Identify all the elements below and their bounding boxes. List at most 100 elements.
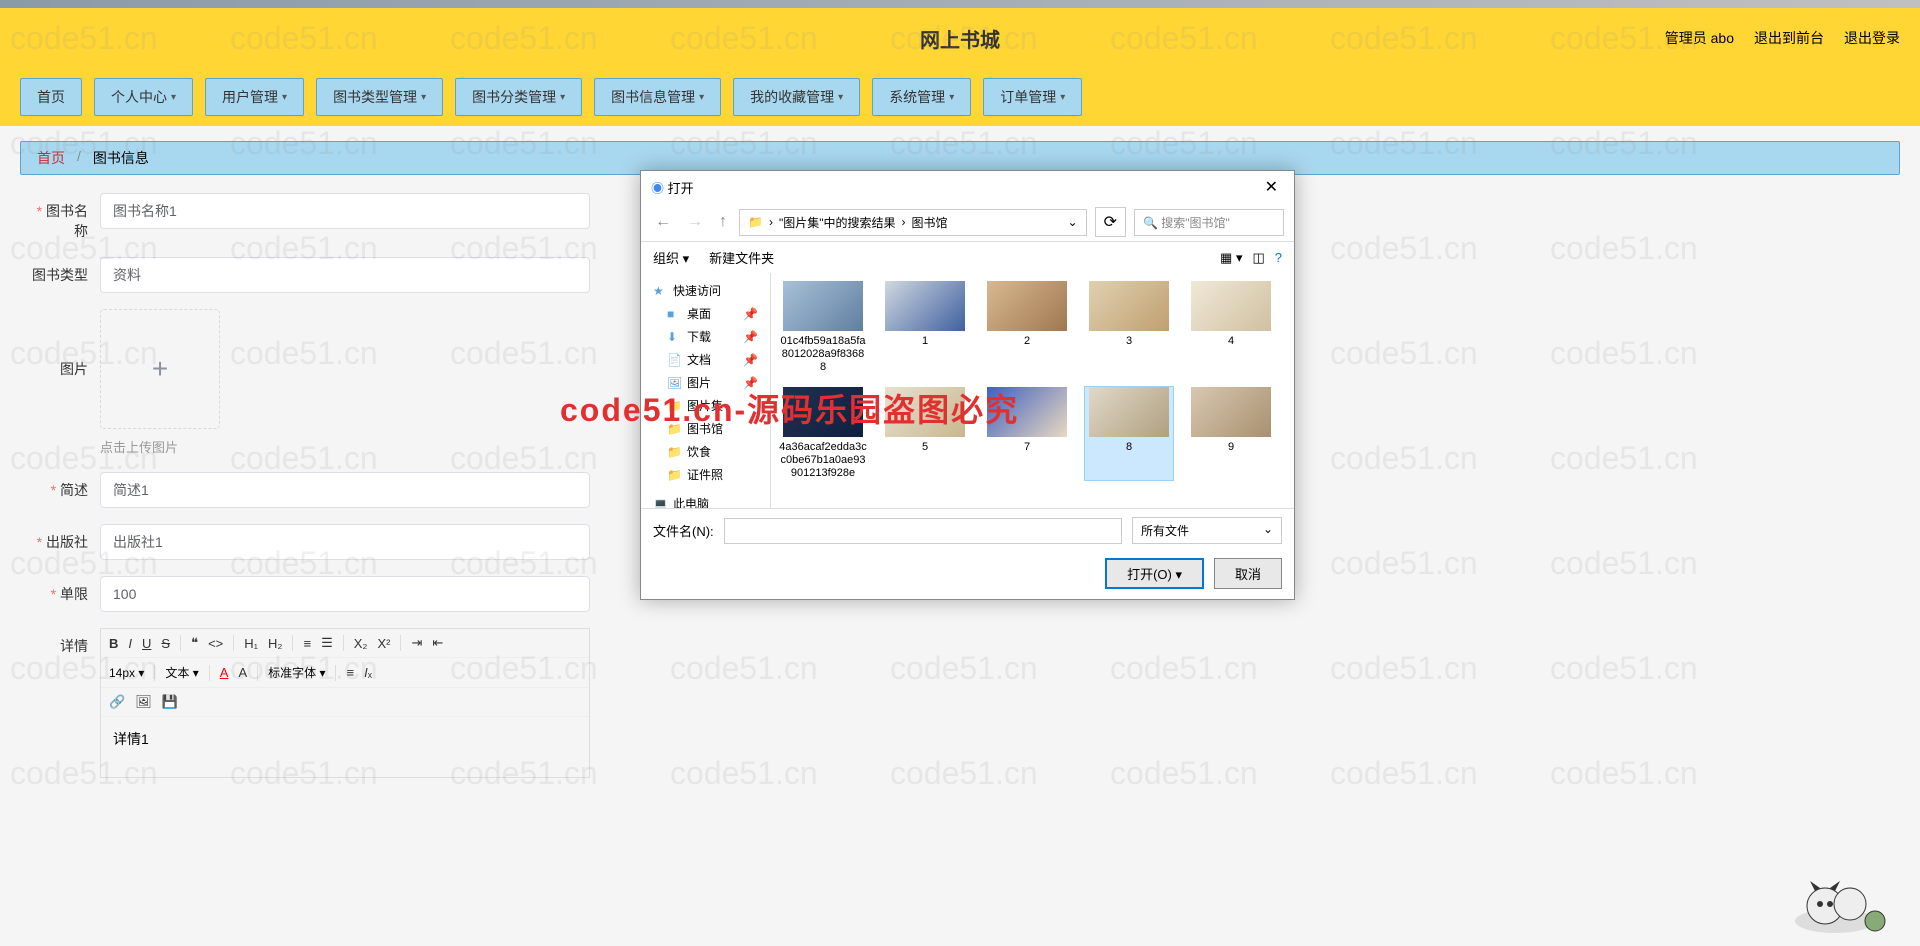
limit-input[interactable] xyxy=(100,576,590,612)
file-item[interactable]: 4 xyxy=(1187,281,1275,375)
chevron-down-icon: ▾ xyxy=(421,92,426,103)
publisher-label: 出版社 xyxy=(30,524,100,552)
upload-hint: 点击上传图片 xyxy=(100,437,220,456)
page-header: 网上书城 管理员 abo 退出到前台 退出登录 xyxy=(0,8,1920,68)
nav-personal[interactable]: 个人中心▾ xyxy=(94,78,193,116)
h2-icon[interactable]: H₂ xyxy=(268,636,282,651)
image-label: 图片 xyxy=(30,309,100,379)
save-icon[interactable]: 💾 xyxy=(162,694,178,710)
preview-pane-icon[interactable]: ◫ xyxy=(1252,250,1264,266)
font-size-select[interactable]: 14px ▾ xyxy=(109,666,144,680)
align-icon[interactable]: ≡ xyxy=(346,665,354,680)
breadcrumb-home[interactable]: 首页 xyxy=(37,148,65,168)
nav-book-info[interactable]: 图书信息管理▾ xyxy=(594,78,721,116)
filename-input[interactable] xyxy=(724,518,1122,544)
bg-color-icon[interactable]: A xyxy=(238,665,247,680)
nav-book-cat[interactable]: 图书分类管理▾ xyxy=(455,78,582,116)
nav-my-fav[interactable]: 我的收藏管理▾ xyxy=(733,78,860,116)
book-type-label: 图书类型 xyxy=(30,257,100,285)
organize-menu[interactable]: 组织 ▾ xyxy=(653,248,689,267)
dialog-address-bar: ← → ↑ 📁 › "图片集"中的搜索结果 › 图书馆 ⌄ ⟳ 🔍 搜索"图书馆… xyxy=(641,203,1294,242)
code-icon[interactable]: <> xyxy=(208,636,223,651)
chevron-down-icon: ▾ xyxy=(282,92,287,103)
file-item-selected[interactable]: 8 xyxy=(1085,387,1173,481)
close-icon[interactable]: ✕ xyxy=(1259,177,1284,197)
font-family-select[interactable]: 标准字体 ▾ xyxy=(268,664,325,681)
editor-toolbar-row2: 14px ▾ 文本 ▾ A A 标准字体 ▾ ≡ Iₓ xyxy=(101,658,589,688)
sidebar-id-photo[interactable]: 📁证件照 xyxy=(649,463,762,486)
bold-icon[interactable]: B xyxy=(109,636,118,651)
indent-icon[interactable]: ⇥ xyxy=(411,635,422,651)
text-color-icon[interactable]: A xyxy=(220,665,229,680)
nav-user-mgmt[interactable]: 用户管理▾ xyxy=(205,78,304,116)
file-item[interactable]: 01c4fb59a18a5fa8012028a9f83688 xyxy=(779,281,867,375)
open-button[interactable]: 打开(O) ▾ xyxy=(1105,558,1204,589)
filename-label: 文件名(N): xyxy=(653,521,714,540)
file-thumbnail xyxy=(1191,387,1271,437)
superscript-icon[interactable]: X² xyxy=(377,636,390,651)
desc-input[interactable] xyxy=(100,472,590,508)
sidebar-quick-access[interactable]: ★快速访问 xyxy=(649,279,762,302)
exit-front-link[interactable]: 退出到前台 xyxy=(1754,28,1824,48)
path-input[interactable]: 📁 › "图片集"中的搜索结果 › 图书馆 ⌄ xyxy=(739,209,1087,236)
upload-area: + 点击上传图片 xyxy=(100,309,220,456)
link-icon[interactable]: 🔗 xyxy=(109,694,125,710)
strike-icon[interactable]: S xyxy=(161,636,170,651)
file-thumbnail xyxy=(1089,281,1169,331)
help-icon[interactable]: ? xyxy=(1275,250,1282,265)
file-item[interactable]: 1 xyxy=(881,281,969,375)
file-thumbnail xyxy=(987,281,1067,331)
nav-sys-mgmt[interactable]: 系统管理▾ xyxy=(872,78,971,116)
refresh-icon[interactable]: ⟳ xyxy=(1095,207,1126,237)
sidebar-downloads[interactable]: ⬇下载📌 xyxy=(649,325,762,348)
dialog-search-input[interactable]: 🔍 搜索"图书馆" xyxy=(1134,209,1284,236)
new-folder-button[interactable]: 新建文件夹 xyxy=(709,248,774,267)
cancel-button[interactable]: 取消 xyxy=(1214,558,1282,589)
h1-icon[interactable]: H₁ xyxy=(244,636,258,651)
book-name-input[interactable] xyxy=(100,193,590,229)
text-type-select[interactable]: 文本 ▾ xyxy=(165,664,198,681)
file-item[interactable]: 2 xyxy=(983,281,1071,375)
chevron-down-icon: ▾ xyxy=(1060,92,1065,103)
sidebar-desktop[interactable]: ■桌面📌 xyxy=(649,302,762,325)
breadcrumb-separator: / xyxy=(77,148,81,168)
view-icon[interactable]: ▦ ▾ xyxy=(1220,250,1242,266)
upload-button[interactable]: + xyxy=(100,309,220,429)
forward-icon[interactable]: → xyxy=(683,213,707,231)
subscript-icon[interactable]: X₂ xyxy=(354,636,368,651)
file-item[interactable]: 9 xyxy=(1187,387,1275,481)
chevron-down-icon: ⌄ xyxy=(1263,522,1273,539)
sidebar-this-pc[interactable]: 💻此电脑 xyxy=(649,492,762,508)
nav-home[interactable]: 首页 xyxy=(20,78,82,116)
chevron-down-icon[interactable]: ⌄ xyxy=(1068,215,1078,229)
outdent-icon[interactable]: ⇤ xyxy=(432,635,443,651)
back-icon[interactable]: ← xyxy=(651,213,675,231)
sidebar-documents[interactable]: 📄文档📌 xyxy=(649,348,762,371)
image-icon[interactable]: 🖼 xyxy=(135,694,152,710)
list-bullet-icon[interactable]: ☰ xyxy=(321,635,333,651)
quote-icon[interactable]: ❝ xyxy=(191,635,198,651)
sidebar-food[interactable]: 📁饮食 xyxy=(649,440,762,463)
desc-label: 简述 xyxy=(30,472,100,500)
breadcrumb-current: 图书信息 xyxy=(93,148,149,168)
editor-content[interactable]: 详情1 xyxy=(101,717,589,777)
chevron-down-icon: ▾ xyxy=(171,92,176,103)
file-filter-select[interactable]: 所有文件⌄ xyxy=(1132,517,1282,544)
underline-icon[interactable]: U xyxy=(142,636,151,651)
logout-link[interactable]: 退出登录 xyxy=(1844,28,1900,48)
file-thumbnail xyxy=(1089,387,1169,437)
editor-toolbar: B I U S ❝ <> H₁ H₂ ≡ ☰ X₂ X² ⇥ ⇤ xyxy=(101,629,589,658)
nav-book-type[interactable]: 图书类型管理▾ xyxy=(316,78,443,116)
book-type-input[interactable] xyxy=(100,257,590,293)
file-item[interactable]: 3 xyxy=(1085,281,1173,375)
italic-icon[interactable]: I xyxy=(128,636,132,651)
publisher-input[interactable] xyxy=(100,524,590,560)
watermark-overlay-text: code51.cn-源码乐园盗图必究 xyxy=(560,385,1019,431)
nav-order-mgmt[interactable]: 订单管理▾ xyxy=(983,78,1082,116)
clear-format-icon[interactable]: Iₓ xyxy=(364,665,372,680)
dialog-title: ◉ 打开 xyxy=(651,178,694,197)
up-icon[interactable]: ↑ xyxy=(715,213,731,231)
file-thumbnail xyxy=(783,281,863,331)
list-ordered-icon[interactable]: ≡ xyxy=(303,636,311,651)
admin-label[interactable]: 管理员 abo xyxy=(1665,28,1734,48)
